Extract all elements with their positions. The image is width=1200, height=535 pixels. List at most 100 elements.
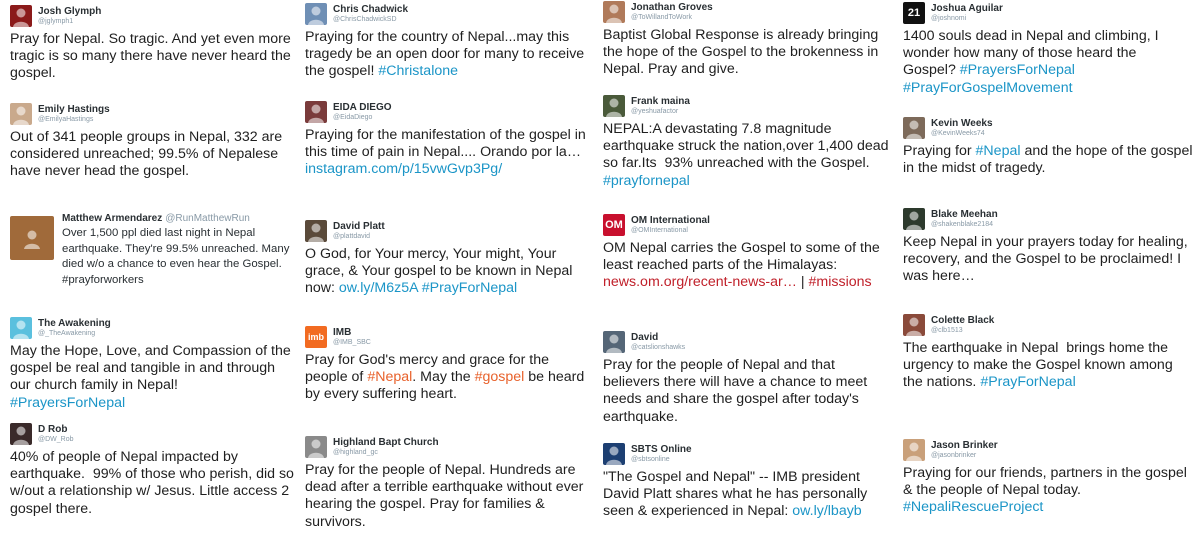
- hashtag-link[interactable]: #PrayForNepal: [980, 374, 1075, 390]
- hashtag-link[interactable]: #PrayForNepal: [422, 280, 517, 296]
- tweet-card[interactable]: SBTS Online @sbtsonline "The Gospel and Ne…: [603, 443, 893, 521]
- author-name[interactable]: SBTS Online: [631, 444, 692, 455]
- tweet-card[interactable]: D Rob @DW_Rob 40% of people of Nepal impac…: [10, 423, 295, 518]
- hashtag-link[interactable]: #prayfornepal: [603, 173, 690, 189]
- author-name-text[interactable]: David: [631, 332, 658, 343]
- author-name[interactable]: Colette Black: [931, 315, 994, 326]
- author-handle[interactable]: @plattdavid: [333, 233, 370, 240]
- author-name-text[interactable]: IMB: [333, 327, 351, 338]
- author-name-text[interactable]: Kevin Weeks: [931, 118, 993, 129]
- author-name-text[interactable]: Josh Glymph: [38, 6, 101, 17]
- hashtag-link[interactable]: #PrayForGospelMovement: [903, 80, 1073, 96]
- person-photo-icon[interactable]: [10, 216, 54, 260]
- om-logo-icon[interactable]: OM: [603, 214, 625, 236]
- tweet-card[interactable]: Jason Brinker @jasonbrinker Praying for ou…: [903, 439, 1193, 517]
- author-handle[interactable]: @yeshuafactor: [631, 108, 678, 115]
- url-link[interactable]: ow.ly/lbayb: [792, 503, 861, 519]
- tweet-card[interactable]: Blake Meehan @shakenblake2184 Keep Nepal i…: [903, 208, 1193, 286]
- author-handle[interactable]: @OMInternational: [631, 227, 688, 234]
- hashtag-link[interactable]: #missions: [809, 274, 872, 290]
- author-name[interactable]: Blake Meehan: [931, 209, 998, 220]
- person-photo-icon[interactable]: [603, 1, 625, 23]
- author-handle[interactable]: @jglymph1: [38, 18, 73, 25]
- person-photo-icon[interactable]: [903, 439, 925, 461]
- author-name-text[interactable]: Frank maina: [631, 96, 690, 107]
- person-photo-icon[interactable]: [903, 314, 925, 336]
- hashtag-link[interactable]: #NepaliRescueProject: [903, 499, 1043, 515]
- imb-logo-icon[interactable]: imb: [305, 326, 327, 348]
- author-name-text[interactable]: Jason Brinker: [931, 440, 998, 451]
- author-handle[interactable]: @IMB_SBC: [333, 339, 371, 346]
- person-photo-icon[interactable]: [903, 208, 925, 230]
- author-name-text[interactable]: D Rob: [38, 424, 67, 435]
- tweet-card[interactable]: EIDA DIEGO @EidaDiego Praying for the mani…: [305, 101, 595, 179]
- author-name-text[interactable]: The Awakening: [38, 318, 111, 329]
- author-name-text[interactable]: Chris Chadwick: [333, 4, 408, 15]
- author-handle[interactable]: @EidaDiego: [333, 114, 372, 121]
- author-name[interactable]: EIDA DIEGO: [333, 102, 392, 113]
- author-name[interactable]: Josh Glymph: [38, 6, 101, 17]
- author-name[interactable]: Chris Chadwick: [333, 4, 408, 15]
- author-name[interactable]: Highland Bapt Church: [333, 437, 439, 448]
- person-dark-red-icon[interactable]: [10, 5, 32, 27]
- hashtag-link[interactable]: #gospel: [475, 369, 525, 385]
- author-handle[interactable]: @ToWillandToWork: [631, 14, 692, 21]
- tweet-card[interactable]: Kevin Weeks @KevinWeeks74 Praying for #Nep…: [903, 117, 1193, 177]
- author-name-text[interactable]: SBTS Online: [631, 444, 692, 455]
- author-name-text[interactable]: Joshua Aguilar: [931, 3, 1003, 14]
- person-photo-icon[interactable]: [603, 95, 625, 117]
- tweet-card[interactable]: Jonathan Groves @ToWillandToWork Baptist G…: [603, 1, 893, 79]
- author-name[interactable]: Jason Brinker: [931, 440, 998, 451]
- author-name-text[interactable]: David Platt: [333, 221, 385, 232]
- tweet-card[interactable]: OM OM International @OMInternational OM Nep…: [603, 214, 893, 292]
- person-photo-icon[interactable]: [305, 101, 327, 123]
- author-name[interactable]: IMB: [333, 327, 351, 338]
- author-name[interactable]: Frank maina: [631, 96, 690, 107]
- author-handle[interactable]: @KevinWeeks74: [931, 130, 985, 137]
- author-name-text[interactable]: Colette Black: [931, 315, 994, 326]
- tweet-card[interactable]: 21 Joshua Aguilar @joshnomi 1400 souls dead…: [903, 2, 1193, 97]
- author-handle[interactable]: @shakenblake2184: [931, 221, 993, 228]
- person-photo-icon[interactable]: [10, 103, 32, 125]
- hashtag-link[interactable]: #Christalone: [378, 63, 458, 79]
- author-handle[interactable]: @DW_Rob: [38, 436, 74, 443]
- author-handle[interactable]: @_TheAwakening: [38, 330, 95, 337]
- person-photo-icon[interactable]: [305, 3, 327, 25]
- author-handle[interactable]: @sbtsonline: [631, 456, 670, 463]
- author-handle[interactable]: @highland_gc: [333, 449, 378, 456]
- author-name[interactable]: Kevin Weeks: [931, 118, 993, 129]
- author-name[interactable]: OM International: [631, 215, 710, 226]
- author-name[interactable]: Jonathan Groves: [631, 2, 713, 13]
- tweet-card[interactable]: imb IMB @IMB_SBC Pray for God's mercy and g…: [305, 326, 595, 404]
- author-name-text[interactable]: EIDA DIEGO: [333, 102, 392, 113]
- tweet-card[interactable]: The Awakening @_TheAwakening May the Hope,…: [10, 317, 295, 412]
- author-name-text[interactable]: Matthew Armendarez: [62, 213, 162, 224]
- tweet-card[interactable]: Matthew Armendarez@RunMatthewRun@RunMatt…: [10, 212, 295, 288]
- tweet-card[interactable]: Frank maina @yeshuafactor NEPAL:A devastat…: [603, 95, 893, 190]
- author-name-text[interactable]: OM International: [631, 215, 710, 226]
- author-handle-inline[interactable]: @RunMatthewRun: [165, 213, 250, 224]
- author-name[interactable]: The Awakening: [38, 318, 111, 329]
- hashtag-link[interactable]: #PrayersForNepal: [10, 395, 125, 411]
- author-name-text[interactable]: Emily Hastings: [38, 104, 110, 115]
- url-link[interactable]: instagram.com/p/15vwGvp3Pg/: [305, 161, 502, 177]
- author-name[interactable]: David Platt: [333, 221, 385, 232]
- author-handle[interactable]: @clb1513: [931, 327, 963, 334]
- hashtag-link[interactable]: #PrayersForNepal: [960, 62, 1075, 78]
- mountain-photo-icon[interactable]: [603, 331, 625, 353]
- author-name-text[interactable]: Jonathan Groves: [631, 2, 713, 13]
- tweet-card[interactable]: Chris Chadwick @ChrisChadwickSD Praying fo…: [305, 3, 595, 81]
- number-21-icon[interactable]: 21: [903, 2, 925, 24]
- author-name-text[interactable]: Highland Bapt Church: [333, 437, 439, 448]
- person-photo-icon[interactable]: [10, 423, 32, 445]
- hashtag-link[interactable]: #Nepal: [976, 143, 1021, 159]
- author-name-text[interactable]: Blake Meehan: [931, 209, 998, 220]
- tweet-card[interactable]: David @catslionshawks Pray for the people …: [603, 331, 893, 426]
- author-handle[interactable]: @catslionshawks: [631, 344, 685, 351]
- awakening-logo-icon[interactable]: [10, 317, 32, 339]
- tweet-card[interactable]: Emily Hastings @EmilyaHastings Out of 341 …: [10, 103, 295, 181]
- highland-logo-icon[interactable]: [305, 436, 327, 458]
- author-name[interactable]: David: [631, 332, 658, 343]
- url-link[interactable]: news.om.org/recent-news-ar…: [603, 274, 797, 290]
- tweet-card[interactable]: Colette Black @clb1513 The earthquake in N…: [903, 314, 1193, 392]
